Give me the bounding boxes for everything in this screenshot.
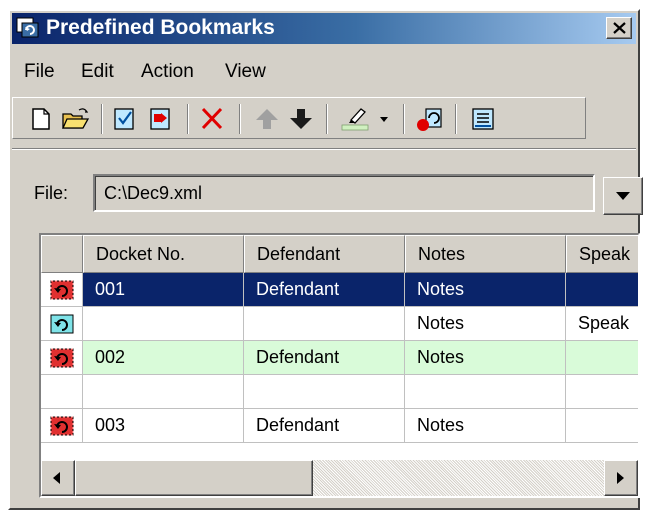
horizontal-scrollbar[interactable]	[41, 460, 638, 496]
cell-notes[interactable]: Notes	[405, 273, 566, 307]
cell-docket[interactable]: 001	[83, 273, 244, 307]
move-down-arrow-icon[interactable]	[287, 106, 315, 132]
bookmark-red-icon	[50, 416, 74, 436]
cell-defendant[interactable]: Defendant	[244, 409, 405, 443]
record-bookmark-icon[interactable]	[415, 106, 447, 132]
bookmarks-window: Predefined Bookmarks File Edit Action Vi…	[8, 9, 643, 510]
chevron-down-icon	[616, 192, 630, 200]
document-lines-icon[interactable]	[469, 106, 497, 132]
table-row[interactable]: Notes Speak	[41, 307, 638, 341]
cell-defendant[interactable]: Defendant	[244, 273, 405, 307]
arrow-right-icon	[617, 472, 624, 484]
bookmarks-grid[interactable]: Docket No. Defendant Notes Speak 001 Defe…	[39, 233, 640, 498]
close-button[interactable]	[606, 17, 632, 39]
menu-view[interactable]: View	[225, 61, 266, 83]
title-bar[interactable]: Predefined Bookmarks	[12, 13, 636, 44]
checkmark-document-icon[interactable]	[111, 106, 139, 132]
app-icon	[16, 17, 40, 39]
export-document-icon[interactable]	[147, 106, 175, 132]
cell-docket[interactable]	[83, 375, 244, 409]
table-row[interactable]	[41, 375, 638, 409]
cell-speaker[interactable]	[566, 273, 638, 307]
panel-divider	[12, 148, 636, 150]
row-header[interactable]	[41, 307, 83, 341]
row-header[interactable]	[41, 273, 83, 307]
bookmark-return-icon	[50, 314, 74, 334]
row-header[interactable]	[41, 409, 83, 443]
table-row[interactable]: 002 Defendant Notes	[41, 341, 638, 375]
column-header-defendant[interactable]: Defendant	[244, 235, 405, 273]
move-up-arrow-icon[interactable]	[253, 106, 281, 132]
cell-notes[interactable]: Notes	[405, 409, 566, 443]
toolbar-separator	[187, 104, 189, 134]
open-folder-icon[interactable]	[61, 106, 90, 132]
toolbar-separator	[403, 104, 405, 134]
highlighter-icon[interactable]	[339, 106, 373, 132]
column-header-notes[interactable]: Notes	[405, 235, 566, 273]
menu-action[interactable]: Action	[141, 61, 194, 83]
file-path-combobox[interactable]: C:\Dec9.xml	[93, 174, 595, 212]
cell-defendant[interactable]	[244, 307, 405, 341]
menu-file[interactable]: File	[24, 61, 55, 83]
row-header[interactable]	[41, 341, 83, 375]
row-header-corner	[41, 235, 83, 273]
file-label: File:	[34, 183, 69, 203]
scroll-left-button[interactable]	[41, 460, 75, 496]
cell-docket[interactable]: 003	[83, 409, 244, 443]
arrow-left-icon	[53, 472, 60, 484]
menu-edit[interactable]: Edit	[81, 61, 114, 83]
toolbar-separator	[326, 104, 328, 134]
cell-docket[interactable]	[83, 307, 244, 341]
cell-defendant[interactable]	[244, 375, 405, 409]
close-icon	[613, 22, 626, 34]
toolbar-separator	[455, 104, 457, 134]
file-dropdown-button[interactable]	[603, 177, 643, 215]
cell-speaker[interactable]	[566, 409, 638, 443]
table-row[interactable]: 003 Defendant Notes	[41, 409, 638, 443]
cell-defendant[interactable]: Defendant	[244, 341, 405, 375]
cell-docket[interactable]: 002	[83, 341, 244, 375]
bookmark-red-icon	[50, 280, 74, 300]
cell-speaker[interactable]: Speak	[566, 307, 638, 341]
row-header[interactable]	[41, 375, 83, 409]
cell-speaker[interactable]	[566, 341, 638, 375]
scrollbar-thumb[interactable]	[75, 460, 313, 496]
bookmark-red-icon	[50, 348, 74, 368]
cell-speaker[interactable]	[566, 375, 638, 409]
toolbar-separator	[101, 104, 103, 134]
table-row[interactable]: 001 Defendant Notes	[41, 273, 638, 307]
delete-x-icon[interactable]	[199, 106, 227, 132]
new-document-icon[interactable]	[27, 106, 55, 132]
cell-notes[interactable]: Notes	[405, 307, 566, 341]
scroll-right-button[interactable]	[604, 460, 638, 496]
toolbar	[12, 97, 586, 139]
cell-notes[interactable]	[405, 375, 566, 409]
window-title: Predefined Bookmarks	[46, 16, 275, 39]
cell-notes[interactable]: Notes	[405, 341, 566, 375]
toolbar-separator	[239, 104, 241, 134]
column-header-speaker[interactable]: Speak	[566, 235, 638, 273]
column-header-docket[interactable]: Docket No.	[83, 235, 244, 273]
dropdown-arrow-icon[interactable]	[376, 106, 392, 132]
